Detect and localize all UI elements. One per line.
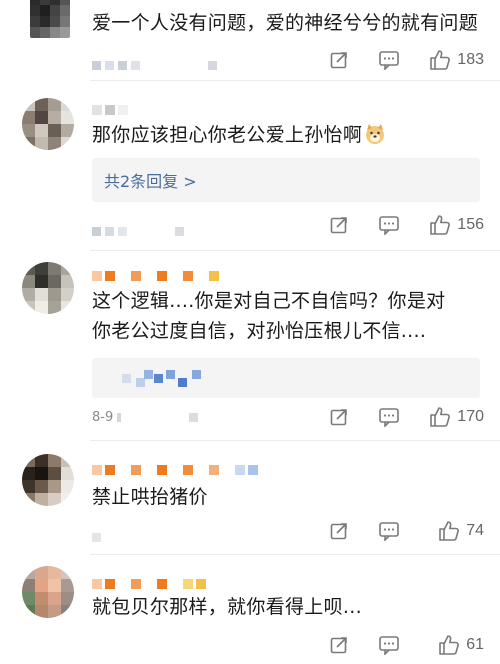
comment-item: 就包贝尔那样，就你看得上呗... 61 <box>0 554 500 664</box>
comment-text: 就包贝尔那样，就你看得上呗... <box>92 596 362 618</box>
comment-icon <box>379 408 399 427</box>
share-button[interactable] <box>316 632 362 658</box>
like-button[interactable]: 61 <box>416 634 484 656</box>
comment-button[interactable] <box>366 404 412 430</box>
share-button[interactable] <box>316 404 362 430</box>
like-count: 74 <box>466 522 484 539</box>
thumbs-up-icon <box>430 50 451 70</box>
comment-text: 爱一个人没有问题，爱的神经兮兮的就有问题 <box>92 12 479 34</box>
comment-actions: 156 <box>316 212 484 238</box>
avatar[interactable] <box>22 98 74 150</box>
like-count: 170 <box>457 408 484 425</box>
share-icon <box>330 217 347 234</box>
comment-item: 那你应该担心你老公爱上孙怡啊 共2条回复 > 156 <box>0 80 500 250</box>
comment-item: 这个逻辑....你是对自己不自信吗？你是对你老公过度自信，对孙怡压根儿不信...… <box>0 250 500 440</box>
comment-actions: 170 <box>316 404 484 430</box>
comment-text: 这个逻辑....你是对自己不自信吗？你是对你老公过度自信，对孙怡压根儿不信...… <box>92 290 446 342</box>
share-icon <box>330 523 347 540</box>
comment-text: 那你应该担心你老公爱上孙怡啊 <box>92 120 480 150</box>
thumbs-up-icon <box>439 521 460 541</box>
comment-meta <box>92 58 217 72</box>
comment-button[interactable] <box>366 212 412 238</box>
username[interactable] <box>92 268 219 284</box>
avatar[interactable] <box>22 454 74 506</box>
comment-button[interactable] <box>366 518 412 544</box>
comment-actions: 183 <box>316 47 484 73</box>
comment-meta: 8-9 <box>92 409 199 425</box>
comment-text: 禁止哄抬猪价 <box>92 486 208 508</box>
like-button[interactable]: 183 <box>416 49 484 71</box>
username[interactable] <box>92 462 258 478</box>
comment-timestamp: 8-9 <box>92 409 114 425</box>
comment-icon <box>379 636 399 655</box>
avatar[interactable] <box>22 566 74 618</box>
share-button[interactable] <box>316 212 362 238</box>
reply-expand-link[interactable]: 共2条回复 > <box>92 158 480 202</box>
avatar[interactable] <box>30 0 70 38</box>
share-icon <box>330 637 347 654</box>
username[interactable] <box>92 102 128 118</box>
comment-button[interactable] <box>366 632 412 658</box>
comment-text-content: 那你应该担心你老公爱上孙怡啊 <box>92 124 363 146</box>
like-count: 183 <box>457 51 484 68</box>
quoted-content[interactable] <box>92 358 480 398</box>
thumbs-up-icon <box>439 635 460 655</box>
comment-actions: 61 <box>316 632 484 658</box>
share-icon <box>330 52 347 69</box>
like-count: 61 <box>466 636 484 653</box>
comment-meta <box>92 530 101 544</box>
comment-button[interactable] <box>366 47 412 73</box>
like-count: 156 <box>457 216 484 233</box>
username[interactable] <box>92 576 206 592</box>
like-button[interactable]: 156 <box>416 214 484 236</box>
comment-item: 爱一个人没有问题，爱的神经兮兮的就有问题 183 <box>0 0 500 80</box>
comment-icon <box>379 522 399 541</box>
share-button[interactable] <box>316 518 362 544</box>
comment-item: 禁止哄抬猪价 74 <box>0 440 500 554</box>
avatar[interactable] <box>22 262 74 314</box>
comment-icon <box>379 51 399 70</box>
like-button[interactable]: 74 <box>416 520 484 542</box>
like-button[interactable]: 170 <box>416 406 484 428</box>
thumbs-up-icon <box>430 407 451 427</box>
comment-meta <box>92 224 184 238</box>
comment-actions: 74 <box>316 518 484 544</box>
share-button[interactable] <box>316 47 362 73</box>
share-icon <box>330 409 347 426</box>
comment-icon <box>379 216 399 235</box>
thumbs-up-icon <box>430 215 451 235</box>
doge-emoji-icon <box>366 124 385 144</box>
